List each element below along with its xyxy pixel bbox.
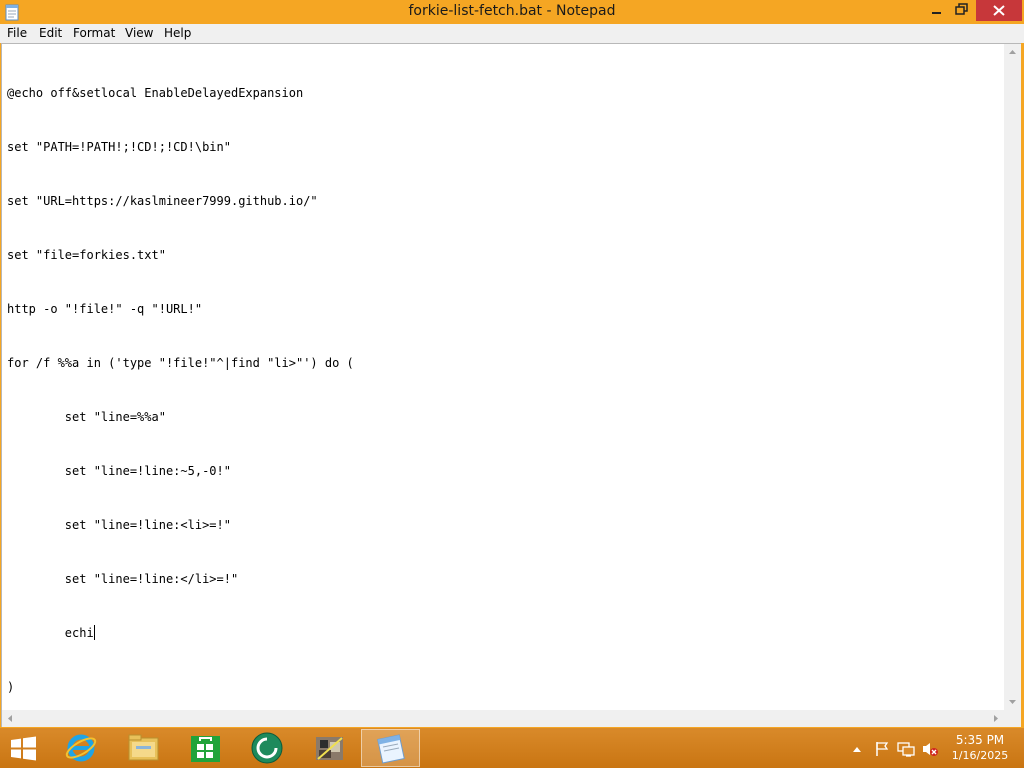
taskbar-notepad[interactable]	[361, 729, 420, 767]
network-icon[interactable]	[897, 741, 915, 761]
up-arrow-icon	[1009, 50, 1016, 54]
browser-icon	[251, 732, 283, 764]
store-icon	[191, 736, 220, 762]
game-icon	[316, 737, 343, 760]
code-line: set "line=!line:<li>=!"	[7, 518, 231, 532]
taskbar-file-explorer[interactable]	[114, 729, 173, 767]
code-line: set "line=!line:~5,-0!"	[7, 464, 231, 478]
code-line-text: echi	[7, 626, 94, 640]
clock-time: 5:35 PM	[955, 733, 1005, 747]
notepad-window: forkie-list-fetch.bat - Notepad File Edi…	[0, 0, 1024, 728]
text-caret	[93, 625, 95, 640]
code-line: set "line=%%a"	[7, 410, 166, 424]
down-arrow-icon	[1009, 700, 1016, 704]
close-icon	[993, 5, 1005, 16]
menu-view[interactable]: View	[125, 26, 153, 40]
windows-logo-icon	[11, 736, 36, 761]
notepad-icon	[377, 734, 405, 764]
code-line: set "URL=https://kaslmineer7999.github.i…	[7, 194, 318, 208]
menu-format[interactable]: Format	[73, 26, 115, 40]
right-arrow-icon	[994, 715, 998, 722]
scroll-down-button[interactable]	[1004, 693, 1021, 710]
code-line: set "PATH=!PATH!;!CD!;!CD!\bin"	[7, 140, 231, 154]
taskbar-clock[interactable]: 5:35 PM 1/16/2025	[944, 733, 1016, 763]
taskbar-internet-explorer[interactable]	[52, 729, 111, 767]
vertical-scrollbar[interactable]	[1004, 44, 1021, 710]
code-line: @echo off&setlocal EnableDelayedExpansio…	[7, 86, 304, 100]
code-line: http -o "!file!" -q "!URL!"	[7, 302, 203, 316]
start-button[interactable]	[8, 735, 39, 762]
volume-muted-icon[interactable]	[921, 741, 939, 761]
code-line-with-caret: echi	[7, 624, 1004, 642]
action-center-flag-icon[interactable]	[874, 741, 890, 761]
show-hidden-icons-icon[interactable]	[851, 741, 863, 760]
taskbar-browser[interactable]	[238, 729, 297, 767]
code-line: set "line=!line:</li>=!"	[7, 572, 239, 586]
folder-icon	[128, 734, 159, 761]
horizontal-scrollbar[interactable]	[2, 710, 1004, 727]
window-title: forkie-list-fetch.bat - Notepad	[408, 3, 616, 19]
clock-date: 1/16/2025	[951, 749, 1009, 762]
internet-explorer-icon	[65, 734, 97, 762]
left-arrow-icon	[8, 715, 12, 722]
text-editor[interactable]: @echo off&setlocal EnableDelayedExpansio…	[7, 48, 1004, 708]
restore-icon	[955, 3, 968, 15]
scroll-up-button[interactable]	[1004, 44, 1021, 61]
taskbar: 5:35 PM 1/16/2025	[0, 728, 1024, 768]
code-line: set "file=forkies.txt"	[7, 248, 166, 262]
menu-bar: File Edit Format View Help	[0, 24, 1024, 43]
code-line: )	[7, 680, 15, 694]
editor-frame: @echo off&setlocal EnableDelayedExpansio…	[1, 43, 1021, 727]
menu-edit[interactable]: Edit	[39, 26, 62, 40]
taskbar-store[interactable]	[176, 729, 235, 767]
restore-button[interactable]	[946, 0, 976, 21]
close-button[interactable]	[976, 0, 1022, 21]
size-grip[interactable]	[1004, 710, 1021, 727]
code-line: for /f %%a in ('type "!file!"^|find "li>…	[7, 356, 354, 370]
taskbar-game[interactable]	[300, 729, 359, 767]
scroll-right-button[interactable]	[987, 710, 1004, 727]
menu-file[interactable]: File	[7, 26, 27, 40]
menu-help[interactable]: Help	[164, 26, 191, 40]
title-bar[interactable]: forkie-list-fetch.bat - Notepad	[0, 0, 1024, 24]
scroll-left-button[interactable]	[2, 710, 19, 727]
